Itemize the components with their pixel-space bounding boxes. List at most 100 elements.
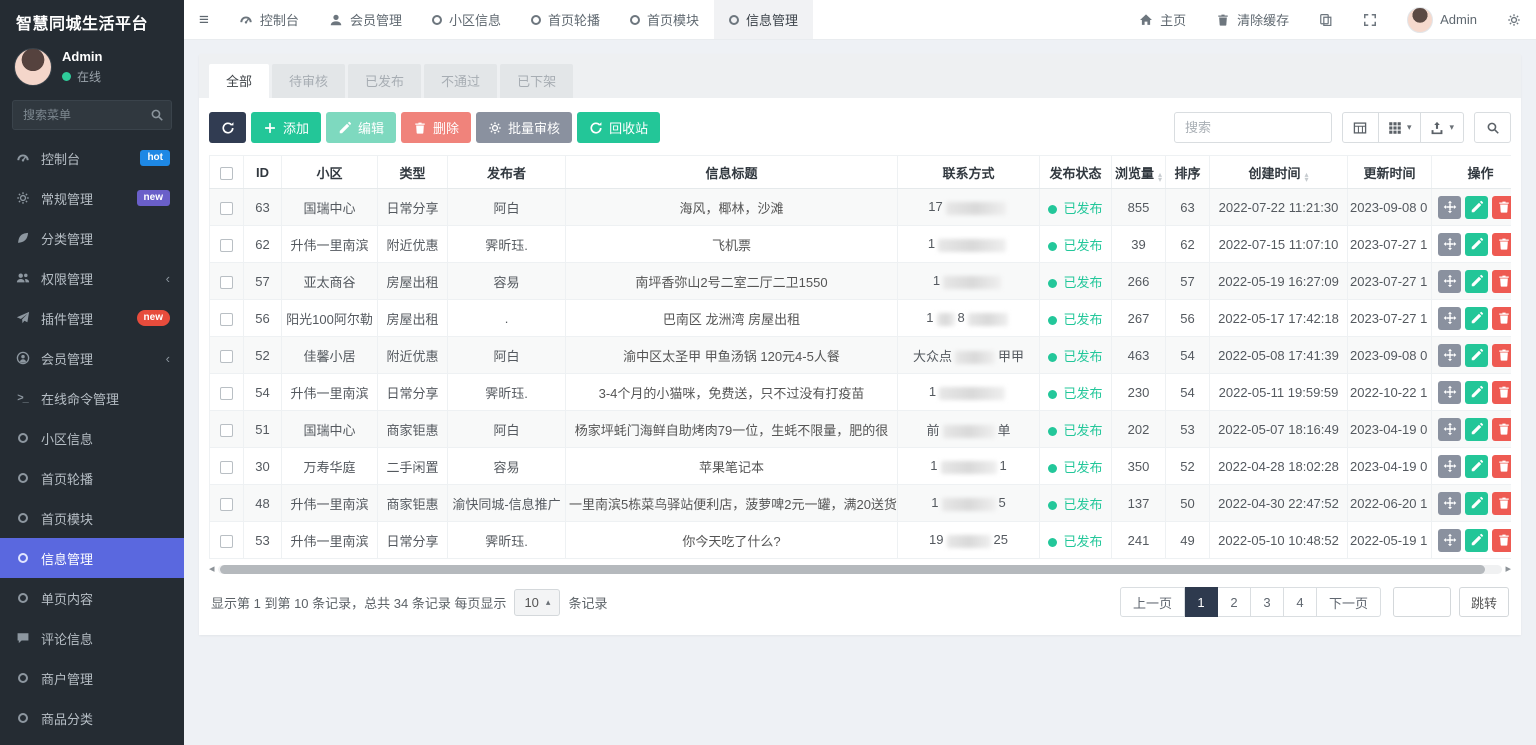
page-button-3[interactable]: 3 — [1251, 587, 1284, 617]
tab-rejected[interactable]: 不通过 — [424, 64, 497, 98]
tab-published[interactable]: 已发布 — [348, 64, 421, 98]
refresh-button[interactable] — [209, 112, 246, 143]
prev-page-button[interactable]: 上一页 — [1120, 587, 1185, 617]
delete-row-button[interactable] — [1492, 455, 1511, 478]
move-button[interactable] — [1438, 307, 1461, 330]
settings-button[interactable] — [1492, 0, 1536, 39]
topbar-tab-communities[interactable]: 小区信息 — [417, 0, 516, 39]
sidebar-item-single-page[interactable]: 单页内容 — [0, 578, 184, 618]
delete-row-button[interactable] — [1492, 196, 1511, 219]
delete-row-button[interactable] — [1492, 529, 1511, 552]
search-toggle-button[interactable] — [1474, 112, 1511, 143]
sidebar-item-home-carousel[interactable]: 首页轮播 — [0, 458, 184, 498]
edit-row-button[interactable] — [1465, 529, 1488, 552]
sidebar-item-info-manage[interactable]: 信息管理 — [0, 538, 184, 578]
edit-button[interactable]: 编辑 — [326, 112, 396, 143]
detail-view-button[interactable] — [1342, 112, 1379, 143]
column-header[interactable]: 创建时间▴▾ — [1210, 156, 1348, 189]
admin-menu[interactable]: Admin — [1392, 0, 1492, 39]
move-button[interactable] — [1438, 529, 1461, 552]
delete-button[interactable]: 删除 — [401, 112, 471, 143]
tab-all[interactable]: 全部 — [209, 64, 269, 98]
scrollbar-thumb[interactable] — [220, 565, 1486, 574]
page-button-4[interactable]: 4 — [1284, 587, 1317, 617]
pages-button[interactable] — [1304, 0, 1348, 39]
page-button-1[interactable]: 1 — [1185, 587, 1218, 617]
home-link[interactable]: 主页 — [1124, 0, 1201, 39]
row-checkbox[interactable] — [220, 498, 233, 511]
topbar-tab-carousel[interactable]: 首页轮播 — [516, 0, 615, 39]
topbar-tab-members[interactable]: 会员管理 — [314, 0, 417, 39]
batch-review-button[interactable]: 批量审核 — [476, 112, 572, 143]
edit-row-button[interactable] — [1465, 455, 1488, 478]
table-search-input[interactable] — [1174, 112, 1332, 143]
move-button[interactable] — [1438, 418, 1461, 441]
delete-row-button[interactable] — [1492, 307, 1511, 330]
sidebar-item-plugins[interactable]: 插件管理new — [0, 298, 184, 338]
move-button[interactable] — [1438, 381, 1461, 404]
row-checkbox[interactable] — [220, 313, 233, 326]
edit-row-button[interactable] — [1465, 270, 1488, 293]
sidebar-item-home-modules[interactable]: 首页模块 — [0, 498, 184, 538]
edit-row-button[interactable] — [1465, 196, 1488, 219]
sidebar-item-goods-categories[interactable]: 商品分类 — [0, 698, 184, 738]
topbar-tab-info[interactable]: 信息管理 — [714, 0, 813, 39]
row-checkbox[interactable] — [220, 535, 233, 548]
sidebar-item-merchants[interactable]: 商户管理 — [0, 658, 184, 698]
move-button[interactable] — [1438, 492, 1461, 515]
add-button[interactable]: 添加 — [251, 112, 321, 143]
row-checkbox[interactable] — [220, 276, 233, 289]
row-checkbox[interactable] — [220, 424, 233, 437]
move-button[interactable] — [1438, 455, 1461, 478]
sidebar-item-permissions[interactable]: 权限管理‹ — [0, 258, 184, 298]
column-header[interactable]: 浏览量▴▾ — [1112, 156, 1166, 189]
sidebar-item-console[interactable]: 控制台hot — [0, 138, 184, 178]
delete-row-button[interactable] — [1492, 418, 1511, 441]
select-all-checkbox[interactable] — [220, 167, 233, 180]
clear-cache-button[interactable]: 清除缓存 — [1201, 0, 1304, 39]
sidebar-item-members[interactable]: 会员管理‹ — [0, 338, 184, 378]
hamburger-button[interactable]: ≡ — [184, 0, 224, 39]
fullscreen-button[interactable] — [1348, 0, 1392, 39]
tab-removed[interactable]: 已下架 — [500, 64, 573, 98]
edit-row-button[interactable] — [1465, 344, 1488, 367]
recycle-bin-button[interactable]: 回收站 — [577, 112, 660, 143]
topbar-tab-modules[interactable]: 首页模块 — [615, 0, 714, 39]
edit-row-button[interactable] — [1465, 418, 1488, 441]
menu-search-input[interactable] — [12, 100, 172, 130]
sidebar-item-community-info[interactable]: 小区信息 — [0, 418, 184, 458]
edit-row-button[interactable] — [1465, 233, 1488, 256]
delete-row-button[interactable] — [1492, 381, 1511, 404]
scroll-left-icon[interactable]: ◂ — [209, 564, 215, 575]
jump-page-input[interactable] — [1393, 587, 1451, 617]
delete-row-button[interactable] — [1492, 233, 1511, 256]
move-button[interactable] — [1438, 270, 1461, 293]
move-button[interactable] — [1438, 233, 1461, 256]
jump-button[interactable]: 跳转 — [1459, 587, 1509, 617]
topbar-tab-console[interactable]: 控制台 — [224, 0, 314, 39]
delete-row-button[interactable] — [1492, 492, 1511, 515]
tab-pending[interactable]: 待审核 — [272, 64, 345, 98]
row-checkbox[interactable] — [220, 387, 233, 400]
row-checkbox[interactable] — [220, 202, 233, 215]
avatar[interactable] — [14, 48, 52, 86]
delete-row-button[interactable] — [1492, 270, 1511, 293]
move-button[interactable] — [1438, 196, 1461, 219]
page-button-2[interactable]: 2 — [1218, 587, 1251, 617]
sidebar-item-general[interactable]: 常规管理new — [0, 178, 184, 218]
scroll-right-icon[interactable]: ▸ — [1505, 564, 1511, 575]
edit-row-button[interactable] — [1465, 492, 1488, 515]
row-checkbox[interactable] — [220, 239, 233, 252]
export-button[interactable]: ▾ — [1421, 112, 1464, 143]
columns-button[interactable]: ▾ — [1379, 112, 1422, 143]
page-size-select[interactable]: 10 ▴ — [514, 589, 560, 616]
edit-row-button[interactable] — [1465, 307, 1488, 330]
next-page-button[interactable]: 下一页 — [1317, 587, 1381, 617]
delete-row-button[interactable] — [1492, 344, 1511, 367]
horizontal-scrollbar[interactable]: ◂ ▸ — [209, 564, 1511, 575]
sidebar-item-comments[interactable]: 评论信息 — [0, 618, 184, 658]
sidebar-item-online-command[interactable]: >_在线命令管理 — [0, 378, 184, 418]
sidebar-item-categories[interactable]: 分类管理 — [0, 218, 184, 258]
move-button[interactable] — [1438, 344, 1461, 367]
edit-row-button[interactable] — [1465, 381, 1488, 404]
